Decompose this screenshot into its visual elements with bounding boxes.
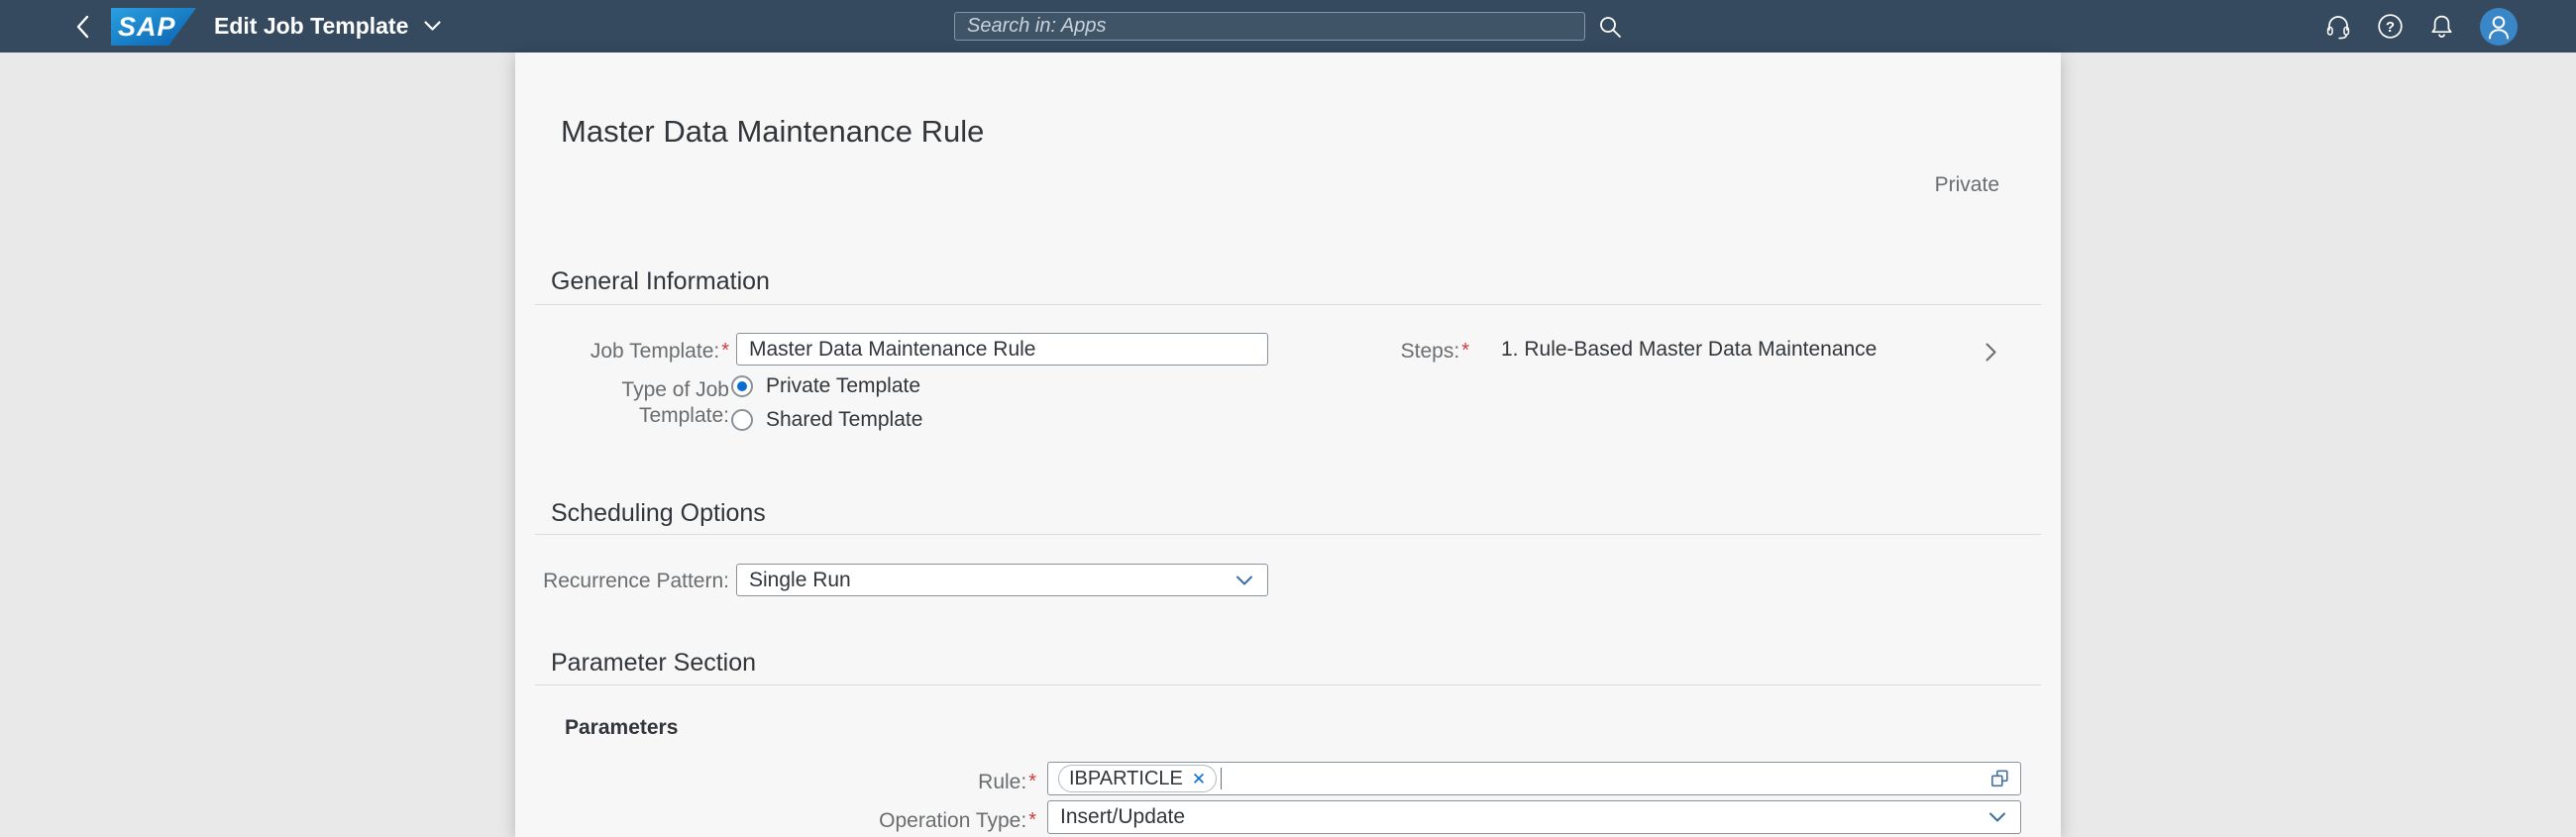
section-general-information: General Information <box>551 267 770 295</box>
sap-logo-text: SAP <box>118 11 176 42</box>
required-indicator: * <box>1028 771 1036 792</box>
divider <box>535 684 2041 685</box>
svg-text:?: ? <box>2386 19 2395 36</box>
section-scheduling-options: Scheduling Options <box>551 499 766 527</box>
shell-bar: SAP Edit Job Template Search in: Apps ? <box>0 0 2576 52</box>
object-page: Master Data Maintenance Rule Private Gen… <box>515 52 2061 837</box>
person-icon <box>2489 15 2509 39</box>
operation-type-select[interactable]: Insert/Update <box>1047 800 2021 834</box>
rule-label: Rule: * <box>978 771 1036 793</box>
radio-button-unselected[interactable] <box>731 409 753 431</box>
page-title: Master Data Maintenance Rule <box>561 114 985 149</box>
steps-label: Steps: * <box>1400 340 1469 363</box>
text-caret <box>1221 768 1223 789</box>
edit-job-template-screen: SAP Edit Job Template Search in: Apps ? … <box>0 0 2576 837</box>
remove-token-icon[interactable]: ✕ <box>1192 771 1206 787</box>
job-template-label: Job Template: * <box>590 340 729 363</box>
parameters-panel-title: Parameters <box>565 716 679 739</box>
section-parameter-section: Parameter Section <box>551 649 757 677</box>
recurrence-pattern-label: Recurrence Pattern: <box>543 570 729 592</box>
required-indicator: * <box>721 340 729 362</box>
chevron-down-icon <box>1987 810 2007 824</box>
help-icon: ? <box>2378 14 2403 39</box>
user-profile-button[interactable] <box>2480 7 2518 46</box>
divider <box>535 304 2041 305</box>
rule-token[interactable]: IBPARTICLE ✕ <box>1058 765 1218 792</box>
operation-type-label: Operation Type: * <box>879 809 1036 832</box>
bell-icon <box>2431 15 2452 38</box>
app-title-menu[interactable]: Edit Job Template <box>214 0 442 52</box>
radio-shared-template[interactable]: Shared Template <box>731 408 922 432</box>
search-button[interactable] <box>1597 14 1623 40</box>
radio-private-template[interactable]: Private Template <box>731 374 920 398</box>
rule-input[interactable]: IBPARTICLE ✕ <box>1047 762 2021 795</box>
shell-search <box>954 12 1623 41</box>
chevron-right-icon <box>1986 343 1996 362</box>
notifications-button[interactable] <box>2428 13 2455 40</box>
search-input[interactable] <box>954 12 1585 41</box>
back-chevron-icon <box>76 15 89 38</box>
privacy-badge: Private <box>1934 173 1999 196</box>
chevron-down-icon <box>424 21 441 31</box>
required-indicator: * <box>1028 809 1036 831</box>
steps-value: 1. Rule-Based Master Data Maintenance <box>1501 338 1878 361</box>
shell-actions: ? <box>2324 0 2518 52</box>
required-indicator: * <box>1461 340 1469 362</box>
radio-button-selected[interactable] <box>731 375 753 397</box>
help-button[interactable]: ? <box>2377 13 2404 40</box>
job-template-input[interactable] <box>736 333 1268 366</box>
value-help-button[interactable] <box>1988 768 2011 790</box>
divider <box>535 534 2041 535</box>
sap-logo[interactable]: SAP <box>111 8 196 46</box>
chevron-down-icon <box>1234 574 1254 587</box>
type-of-job-template-label: Type of Job Template: <box>621 378 729 427</box>
headset-icon <box>2326 15 2350 39</box>
value-help-icon <box>1990 770 2008 787</box>
app-title: Edit Job Template <box>214 13 409 39</box>
recurrence-pattern-select[interactable]: Single Run <box>736 564 1268 596</box>
back-button[interactable] <box>63 0 103 52</box>
steps-navigate-button[interactable] <box>1984 341 1998 364</box>
search-icon <box>1600 16 1621 38</box>
support-button[interactable] <box>2324 13 2352 41</box>
